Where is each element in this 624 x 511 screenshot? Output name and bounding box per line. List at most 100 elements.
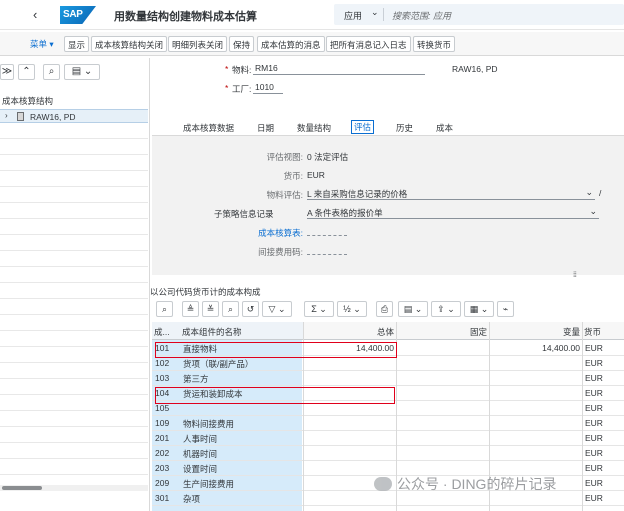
grid-cell-code[interactable]: 203 [152, 461, 180, 476]
print-icon[interactable]: ⎙ [376, 301, 393, 317]
expand-all-icon[interactable]: ≫ [0, 64, 14, 80]
costing-messages-button[interactable]: 成本估算的消息 [257, 36, 325, 52]
grid-cell-variable[interactable] [489, 431, 582, 446]
grid-cell-name[interactable]: 物料间接费用 [180, 416, 303, 431]
grid-cell-variable[interactable]: 14,400.00 [489, 341, 582, 356]
grid-cell-currency[interactable]: EUR [582, 431, 624, 446]
grid-cell-fixed[interactable] [396, 416, 489, 431]
grid-cell-name[interactable]: 人事时间 [180, 431, 303, 446]
grid-cell-fixed[interactable] [396, 341, 489, 356]
tab-valuation[interactable]: 评估 [351, 120, 375, 134]
grid-cell-code[interactable]: 201 [152, 431, 180, 446]
search-scope[interactable]: 应用 [344, 9, 362, 22]
chevron-right-icon[interactable]: › [5, 111, 8, 120]
chevron-down-icon[interactable]: ⌄ [371, 7, 379, 18]
sort-ascending-icon[interactable]: ≜ [182, 301, 199, 317]
grid-cell-code[interactable]: 103 [152, 371, 180, 386]
grid-cell-fixed[interactable] [396, 431, 489, 446]
graphic-icon[interactable]: ⌁ [497, 301, 514, 317]
grid-cell-fixed[interactable] [396, 371, 489, 386]
grid-cell-name[interactable]: 第三方 [180, 371, 303, 386]
grid-cell-name[interactable]: 机器时间 [180, 446, 303, 461]
search-bar[interactable]: 应用 ⌄ 搜索范围: 应用 [334, 4, 624, 25]
keep-button[interactable]: 保持 [229, 36, 255, 52]
grid-cell-currency[interactable]: EUR [582, 461, 624, 476]
grid-cell-fixed[interactable] [396, 356, 489, 371]
grid-cell-variable[interactable] [489, 416, 582, 431]
grid-cell-code[interactable]: 209 [152, 476, 180, 491]
grid-cell-currency[interactable]: EUR [582, 356, 624, 371]
grid-cell-currency[interactable]: EUR [582, 491, 624, 506]
grid-cell-currency[interactable]: EUR [582, 401, 624, 416]
grid-cell-total[interactable] [303, 371, 396, 386]
tab-dates[interactable]: 日期 [257, 122, 274, 134]
grid-cell-currency[interactable]: EUR [582, 371, 624, 386]
sap-logo[interactable]: SAP [60, 6, 96, 24]
subtotal-icon[interactable]: ½ ⌄ [337, 301, 367, 317]
grid-cell-fixed[interactable] [396, 386, 489, 401]
grid-cell-name[interactable]: 设置时间 [180, 461, 303, 476]
horizontal-scrollbar[interactable] [0, 485, 148, 491]
search-input[interactable]: 搜索范围: 应用 [392, 9, 451, 22]
grid-cell-code[interactable]: 109 [152, 416, 180, 431]
column-header[interactable]: 变量 [489, 322, 582, 340]
itemization-off-button[interactable]: 明细列表关闭 [168, 36, 228, 52]
column-header[interactable]: 货币 [582, 322, 624, 340]
chevron-down-icon[interactable]: ⌄ [585, 187, 593, 198]
display-button[interactable]: 显示 [64, 36, 90, 52]
grid-cell-variable[interactable] [489, 356, 582, 371]
layout-icon[interactable]: ▦ ⌄ [464, 301, 494, 317]
layout-menu-icon[interactable]: ▤ ⌄ [64, 64, 100, 80]
costing-structure-off-button[interactable]: 成本核算结构关闭 [91, 36, 168, 52]
log-all-messages-button[interactable]: 把所有消息记入日志 [326, 36, 411, 52]
grid-cell-code[interactable]: 102 [152, 356, 180, 371]
sub-strategy-select[interactable]: A 条件表格的报价单 ⌄ [307, 206, 599, 219]
costing-sheet-link[interactable]: 成本核算表: [247, 227, 303, 239]
filter-icon[interactable]: ▽ ⌄ [262, 301, 292, 317]
sum-icon[interactable]: Σ ⌄ [304, 301, 334, 317]
export-icon[interactable]: ⇪ ⌄ [431, 301, 461, 317]
scrollbar-thumb[interactable] [2, 486, 42, 490]
grid-cell-variable[interactable] [489, 446, 582, 461]
grid-cell-total[interactable] [303, 431, 396, 446]
grid-cell-code[interactable]: 301 [152, 491, 180, 506]
view-icon[interactable]: ▤ ⌄ [398, 301, 428, 317]
find-next-icon[interactable]: ↺ [242, 301, 259, 317]
column-header[interactable]: 固定 [396, 322, 489, 340]
details-icon[interactable]: ⌕ [156, 301, 173, 317]
material-field[interactable]: RM16 [253, 63, 425, 75]
convert-currency-button[interactable]: 转换货币 [413, 36, 456, 52]
back-icon[interactable]: ‹ [33, 7, 37, 22]
grid-cell-currency[interactable]: EUR [582, 416, 624, 431]
sort-descending-icon[interactable]: ≚ [202, 301, 219, 317]
search-icon[interactable]: ⌕ [43, 64, 60, 80]
grid-cell-total[interactable] [303, 416, 396, 431]
chevron-down-icon[interactable]: ⌄ [589, 206, 597, 217]
grid-cell-variable[interactable] [489, 386, 582, 401]
grid-cell-currency[interactable]: EUR [582, 386, 624, 401]
tab-costing-data[interactable]: 成本核算数据 [183, 122, 234, 134]
grid-cell-name[interactable]: 货项（联/副产品） [180, 356, 303, 371]
find-icon[interactable]: ⌕ [222, 301, 239, 317]
grid-cell-name[interactable]: 生产间接费用 [180, 476, 303, 491]
grid-cell-variable[interactable] [489, 371, 582, 386]
menu-button[interactable]: 菜单 ▾ [30, 38, 54, 50]
costing-sheet-field[interactable] [307, 228, 347, 236]
overhead-key-field[interactable] [307, 247, 347, 255]
tab-history[interactable]: 历史 [396, 122, 413, 134]
column-header[interactable]: 成... [152, 322, 180, 340]
grid-cell-total[interactable] [303, 356, 396, 371]
plant-field[interactable]: 1010 [253, 82, 283, 94]
resize-grip-icon[interactable]: ⁞⁞⁞ [573, 272, 577, 279]
grid-cell-fixed[interactable] [396, 401, 489, 416]
grid-cell-currency[interactable]: EUR [582, 446, 624, 461]
collapse-all-icon[interactable]: ⌃ [18, 64, 35, 80]
tab-costs[interactable]: 成本 [436, 122, 453, 134]
grid-cell-fixed[interactable] [396, 446, 489, 461]
grid-cell-currency[interactable]: EUR [582, 341, 624, 356]
tab-qty-structure[interactable]: 数量结构 [297, 122, 331, 134]
grid-cell-code[interactable]: 202 [152, 446, 180, 461]
grid-cell-variable[interactable] [489, 401, 582, 416]
column-header[interactable]: 成本组件的名称 [180, 322, 303, 340]
tree-node[interactable]: › RAW16, PD [0, 109, 148, 123]
